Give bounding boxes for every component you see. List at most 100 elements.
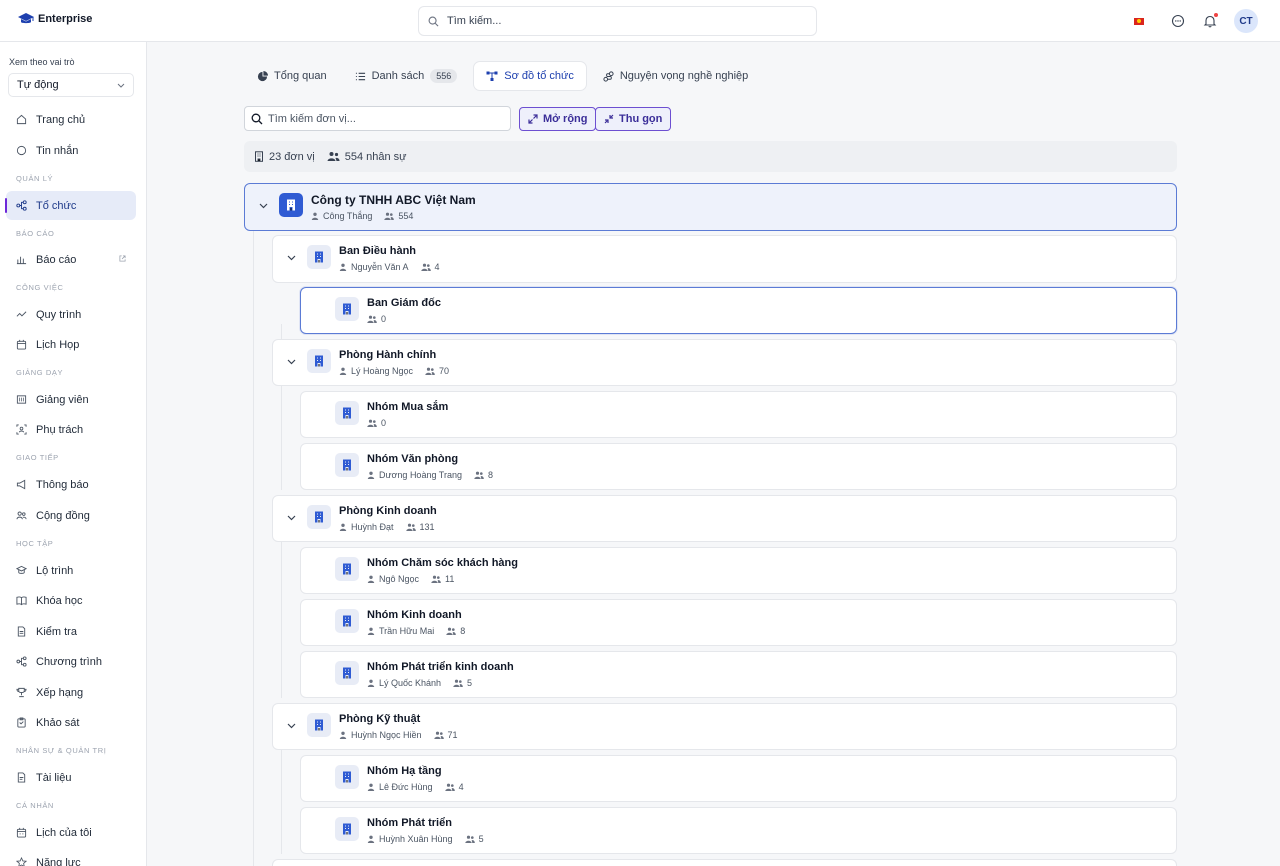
bell-icon[interactable]: [1202, 13, 1218, 29]
role-label: Xem theo vai trò: [9, 57, 75, 67]
sidebar-item-label: Tin nhắn: [36, 144, 79, 157]
role-select[interactable]: Tự động: [8, 73, 134, 97]
collapse-all-button[interactable]: Thu gọn: [595, 107, 672, 131]
expand-all-button[interactable]: Mở rộng: [519, 107, 597, 131]
org-node-team[interactable]: Nhóm Hạ tầng Lê Đức Hùng 4: [300, 755, 1177, 802]
teacher-icon: [16, 395, 27, 404]
book-icon: [16, 596, 27, 606]
sidebar-item-home[interactable]: Trang chủ: [6, 105, 136, 134]
sidebar-item-workflow[interactable]: Quy trình: [6, 300, 136, 329]
tab-list[interactable]: Danh sách 556: [343, 61, 470, 91]
node-headcount: 8: [487, 470, 493, 480]
org-node-department[interactable]: Phòng Hành chính Lý Hoàng Ngọc 70: [272, 339, 1177, 386]
users-icon: [367, 419, 377, 427]
person-icon: [339, 367, 347, 375]
tab-career-aspirations[interactable]: Nguyện vọng nghề nghiệp: [591, 61, 760, 91]
tab-overview[interactable]: Tổng quan: [245, 61, 339, 91]
org-node-team[interactable]: Nhóm Văn phòng Dương Hoàng Trang 8: [300, 443, 1177, 490]
community-icon: [16, 511, 27, 520]
sidebar-item-label: Tài liệu: [36, 771, 72, 784]
node-title: Công ty TNHH ABC Việt Nam: [311, 193, 476, 207]
node-meta: Lý Hoàng Ngọc 70: [339, 366, 449, 376]
org-node-team[interactable]: Nhóm Chăm sóc khách hàng Ngô Ngọc 11: [300, 547, 1177, 594]
org-node-team[interactable]: Ban Giám đốc 0: [300, 287, 1177, 334]
org-node-department[interactable]: Phòng Kinh doanh Huỳnh Đạt 131: [272, 495, 1177, 542]
sidebar-item-my-calendar[interactable]: Lịch của tôi: [6, 818, 136, 847]
person-icon: [339, 731, 347, 739]
sidebar-item-label: Quy trình: [36, 308, 82, 321]
node-meta: 0: [367, 314, 386, 324]
sidebar-item-teachers[interactable]: Giảng viên: [6, 385, 136, 414]
sidebar-item-ranking[interactable]: Xếp hạng: [6, 678, 136, 707]
sidebar-item-programs[interactable]: Chương trình: [6, 647, 136, 676]
survey-icon: [17, 717, 26, 728]
building-icon: [335, 661, 359, 685]
trophy-icon: [16, 687, 27, 698]
sidebar-item-surveys[interactable]: Khảo sát: [6, 708, 136, 737]
node-manager: Dương Hoàng Trang: [379, 470, 462, 480]
node-manager: Huỳnh Đạt: [351, 522, 394, 532]
tab-org-chart[interactable]: Sơ đồ tổ chức: [473, 61, 587, 91]
chevron-down-icon[interactable]: [287, 515, 296, 521]
person-icon: [367, 627, 375, 635]
sidebar-item-label: Kiểm tra: [36, 625, 77, 638]
document-icon: [17, 772, 26, 783]
users-icon: [444, 783, 455, 791]
brand-name: Enterprise: [38, 13, 93, 25]
org-node-department[interactable]: Phòng Kỹ thuật Huỳnh Ngọc Hiền 71: [272, 703, 1177, 750]
sidebar-section-learning: HỌC TẬP: [16, 539, 54, 548]
sidebar-item-organization[interactable]: Tổ chức: [5, 191, 136, 220]
org-node-department[interactable]: [272, 859, 1177, 866]
building-icon: [335, 609, 359, 633]
collapse-icon: [604, 114, 614, 124]
org-node-team[interactable]: Nhóm Kinh doanh Trần Hữu Mai 8: [300, 599, 1177, 646]
view-tabs: Tổng quan Danh sách 556 Sơ đồ tổ chức Ng…: [245, 61, 764, 91]
vn-flag-icon[interactable]: [1134, 17, 1144, 25]
global-search[interactable]: [418, 6, 817, 36]
chevron-down-icon[interactable]: [287, 359, 296, 365]
tab-label: Tổng quan: [274, 70, 327, 82]
org-node-department[interactable]: Ban Điều hành Nguyễn Văn A 4: [272, 235, 1177, 283]
global-search-input[interactable]: [447, 15, 787, 27]
sidebar-item-label: Khảo sát: [36, 716, 80, 729]
sidebar-item-tests[interactable]: Kiểm tra: [6, 617, 136, 646]
sidebar-item-in-charge[interactable]: Phụ trách: [6, 415, 136, 444]
org-node-root[interactable]: Công ty TNHH ABC Việt Nam Công Thắng 554: [244, 183, 1177, 231]
sidebar-item-messages[interactable]: Tin nhắn: [6, 136, 136, 165]
building-icon: [307, 505, 331, 529]
org-node-team[interactable]: Nhóm Phát triển Huỳnh Xuân Hùng 5: [300, 807, 1177, 854]
unit-search[interactable]: [244, 106, 511, 131]
sidebar-item-competency[interactable]: Năng lực: [6, 848, 136, 866]
sidebar-item-roadmap[interactable]: Lộ trình: [6, 556, 136, 585]
sidebar-item-courses[interactable]: Khóa học: [6, 586, 136, 615]
person-icon: [339, 263, 347, 271]
unit-search-input[interactable]: [268, 112, 503, 125]
sidebar-item-label: Chương trình: [36, 655, 102, 668]
node-manager: Huỳnh Xuân Hùng: [379, 834, 453, 844]
sidebar-section-teaching: GIẢNG DẠY: [16, 368, 64, 377]
building-icon: [279, 193, 303, 217]
chat-icon[interactable]: [1170, 13, 1186, 29]
sidebar: Xem theo vai trò Tự động Trang chủ Tin n…: [0, 42, 147, 866]
node-manager: Trần Hữu Mai: [379, 626, 435, 636]
org-node-team[interactable]: Nhóm Mua sắm 0: [300, 391, 1177, 438]
node-headcount: 70: [439, 366, 450, 376]
chevron-down-icon[interactable]: [287, 255, 296, 261]
sidebar-item-community[interactable]: Cộng đồng: [6, 501, 136, 530]
brand-logo[interactable]: Enterprise: [18, 13, 92, 25]
sidebar-item-reports[interactable]: Báo cáo: [6, 245, 136, 274]
building-icon: [307, 349, 331, 373]
building-icon: [335, 297, 359, 321]
chevron-down-icon[interactable]: [287, 723, 296, 729]
search-icon: [428, 16, 439, 26]
chart-icon: [16, 256, 27, 265]
user-avatar[interactable]: CT: [1234, 9, 1258, 33]
sidebar-item-label: Lộ trình: [36, 564, 74, 577]
sidebar-item-meetings[interactable]: Lịch Họp: [6, 330, 136, 359]
sidebar-item-label: Cộng đồng: [36, 509, 90, 522]
sidebar-item-announcements[interactable]: Thông báo: [6, 470, 136, 499]
org-node-team[interactable]: Nhóm Phát triển kinh doanh Lý Quốc Khánh…: [300, 651, 1177, 698]
chevron-down-icon[interactable]: [259, 203, 268, 209]
org-icon: [16, 200, 27, 211]
sidebar-item-documents[interactable]: Tài liệu: [6, 763, 136, 792]
